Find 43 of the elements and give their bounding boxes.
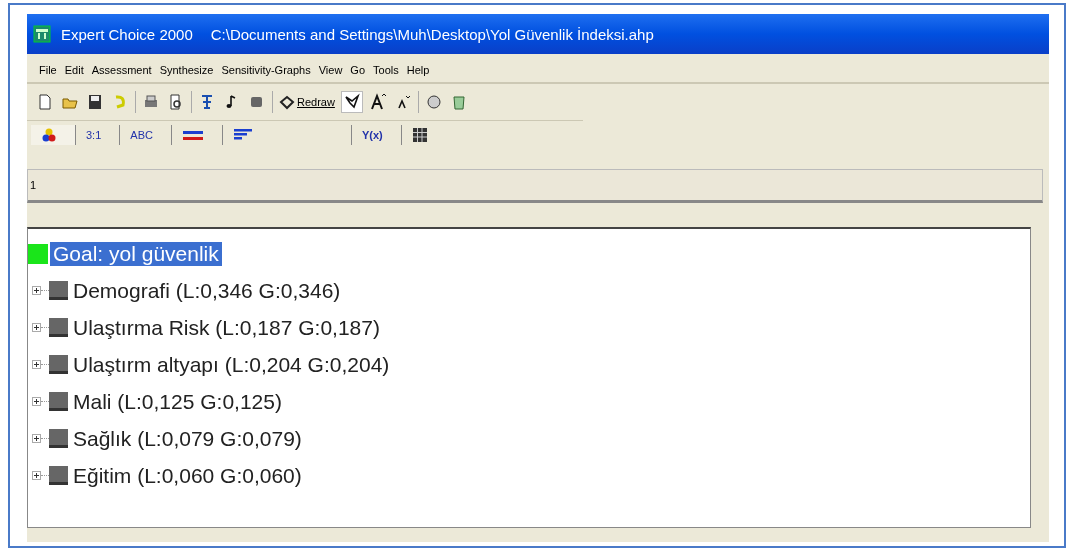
tree-item[interactable]: Mali (L:0,125 G:0,125) [70, 389, 285, 414]
menu-item[interactable]: Sensitivity-Graphs [221, 64, 311, 76]
node-icon [49, 318, 68, 337]
expand-icon[interactable] [32, 471, 41, 480]
window-title: Expert Choice 2000 [61, 25, 193, 43]
node-icon [49, 429, 68, 448]
menu-item[interactable]: Assessment [91, 64, 152, 76]
view-tab[interactable]: ABC [119, 125, 171, 145]
expand-icon[interactable] [32, 397, 41, 406]
menu-item[interactable]: File [39, 64, 57, 76]
view-tab[interactable] [31, 125, 75, 145]
tree-item[interactable]: Goal: yol güvenlik [50, 241, 222, 266]
tree-item[interactable]: Demografi (L:0,346 G:0,346) [70, 278, 344, 303]
node-icon [49, 281, 68, 300]
menu-item[interactable]: Go [350, 64, 366, 76]
expand-icon[interactable] [32, 360, 41, 369]
expand-icon[interactable] [32, 323, 41, 332]
sort-icon [232, 128, 253, 142]
view-tab[interactable]: Y(x) [350, 125, 401, 145]
expand-icon[interactable] [32, 286, 41, 295]
input-field[interactable]: 1 [27, 169, 1043, 203]
diamond-icon [279, 94, 295, 110]
menu-item[interactable]: Help [406, 64, 430, 76]
expand-icon[interactable] [32, 434, 41, 443]
menu-item[interactable]: Tools [373, 64, 399, 76]
node-icon [49, 355, 68, 374]
bars-icon [181, 128, 204, 142]
tree-item[interactable]: Eğitim (L:0,060 G:0,060) [70, 463, 305, 488]
view-tab[interactable]: 3:1 [75, 125, 120, 145]
tree-item[interactable]: Ulaştırm altyapı (L:0,204 G:0,204) [70, 352, 393, 377]
grid-icon [411, 127, 428, 143]
menu-item[interactable]: Synthesize [159, 64, 214, 76]
node-icon [49, 392, 68, 411]
color-dots-icon [41, 127, 57, 143]
app-icon [33, 25, 51, 43]
redraw-button[interactable]: Redraw [278, 93, 336, 111]
tree-item[interactable]: Sağlık (L:0,079 G:0,079) [70, 426, 305, 451]
menu-item[interactable]: View [318, 64, 343, 76]
menu-item[interactable]: Edit [64, 64, 84, 76]
tree-item[interactable]: Ulaştırma Risk (L:0,187 G:0,187) [70, 315, 383, 340]
goal-icon [28, 243, 48, 264]
file-path: C:\Documents and Settings\Muh\Desktop\Yol Güvenlik İndeksi.ahp [210, 25, 654, 43]
node-icon [49, 466, 68, 485]
